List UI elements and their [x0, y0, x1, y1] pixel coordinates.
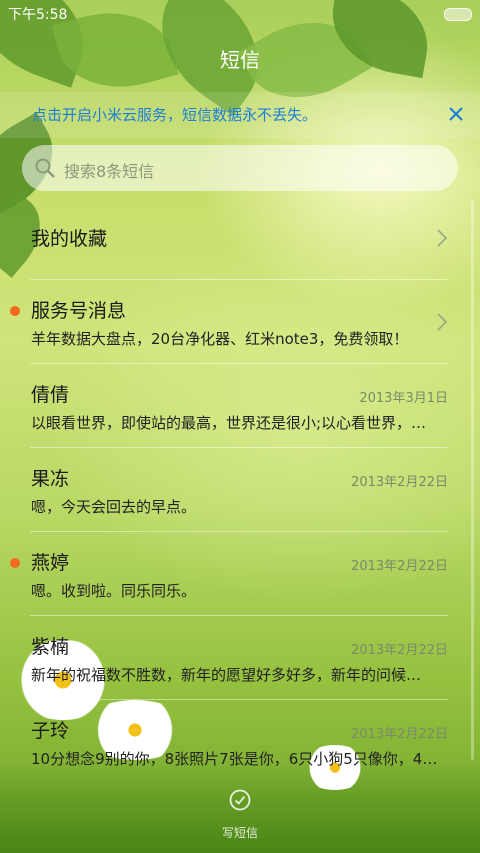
conversation-title: 子玲 — [31, 720, 70, 742]
search-input[interactable]: 搜索8条短信 — [22, 145, 458, 191]
scrollbar[interactable] — [471, 200, 474, 760]
status-time: 下午5:58 — [8, 7, 68, 23]
conversation-row[interactable]: 燕婷 2013年2月22日 嗯。收到啦。同乐同乐。 — [0, 532, 480, 616]
conversation-row[interactable]: 服务号消息 羊年数据大盘点，20台净化器、红米note3，免费领取！ — [0, 280, 480, 364]
conversation-row[interactable]: 倩倩 2013年3月1日 以眼看世界，即使站的最高，世界还是很小;以心看世界，… — [0, 364, 480, 448]
conversation-date: 2013年2月22日 — [351, 475, 448, 490]
status-bar: 下午5:58 — [0, 0, 480, 26]
close-icon[interactable] — [444, 102, 468, 126]
conversation-date: 2013年2月22日 — [351, 643, 448, 658]
conversation-date: 2013年2月22日 — [351, 559, 448, 574]
unread-dot — [10, 558, 20, 568]
conversation-preview: 新年的祝福数不胜数，新年的愿望好多好多，新年的问候… — [31, 666, 422, 684]
cloud-banner-text[interactable]: 点击开启小米云服务，短信数据永不丢失。 — [32, 104, 317, 125]
chevron-right-icon — [436, 312, 448, 332]
conversation-title: 紫楠 — [31, 636, 70, 658]
conversation-title: 果冻 — [31, 468, 70, 490]
conversation-preview: 羊年数据大盘点，20台净化器、红米note3，免费领取！ — [31, 330, 409, 348]
favorites-row[interactable]: 我的收藏 — [0, 196, 480, 280]
battery-icon — [444, 8, 472, 21]
conversation-preview: 以眼看世界，即使站的最高，世界还是很小;以心看世界，… — [31, 414, 427, 432]
unread-dot — [10, 306, 20, 316]
conversation-preview: 10分想念9别的你，8张照片7张是你，6只小狗5只像你，4… — [31, 750, 438, 768]
conversation-row[interactable]: 紫楠 2013年2月22日 新年的祝福数不胜数，新年的愿望好多好多，新年的问候… — [0, 616, 480, 700]
conversation-row[interactable]: 子玲 2013年2月22日 10分想念9别的你，8张照片7张是你，6只小狗5只像… — [0, 700, 480, 784]
search-placeholder: 搜索8条短信 — [64, 162, 155, 181]
conversation-date: 2013年3月1日 — [359, 391, 448, 406]
cloud-service-banner[interactable]: 点击开启小米云服务，短信数据永不丢失。 — [0, 92, 480, 138]
favorites-label: 我的收藏 — [31, 228, 108, 250]
page-title: 短信 — [220, 48, 260, 72]
conversation-row[interactable]: 果冻 2013年2月22日 嗯，今天会回去的早点。 — [0, 448, 480, 532]
conversation-list: 我的收藏 服务号消息 羊年数据大盘点，20台净化器、红米note3，免费领取！ … — [0, 196, 480, 784]
conversation-date: 2013年2月22日 — [351, 727, 448, 742]
chevron-right-icon — [436, 228, 448, 248]
compose-label: 写短信 — [221, 826, 258, 840]
search-icon — [34, 157, 56, 179]
conversation-preview: 嗯，今天会回去的早点。 — [31, 498, 197, 516]
conversation-preview: 嗯。收到啦。同乐同乐。 — [31, 582, 197, 600]
conversation-title: 倩倩 — [31, 384, 70, 406]
conversation-title: 燕婷 — [31, 552, 70, 574]
conversation-title: 服务号消息 — [31, 300, 127, 322]
compose-icon — [228, 788, 252, 812]
compose-button[interactable]: 写短信 — [210, 784, 270, 844]
